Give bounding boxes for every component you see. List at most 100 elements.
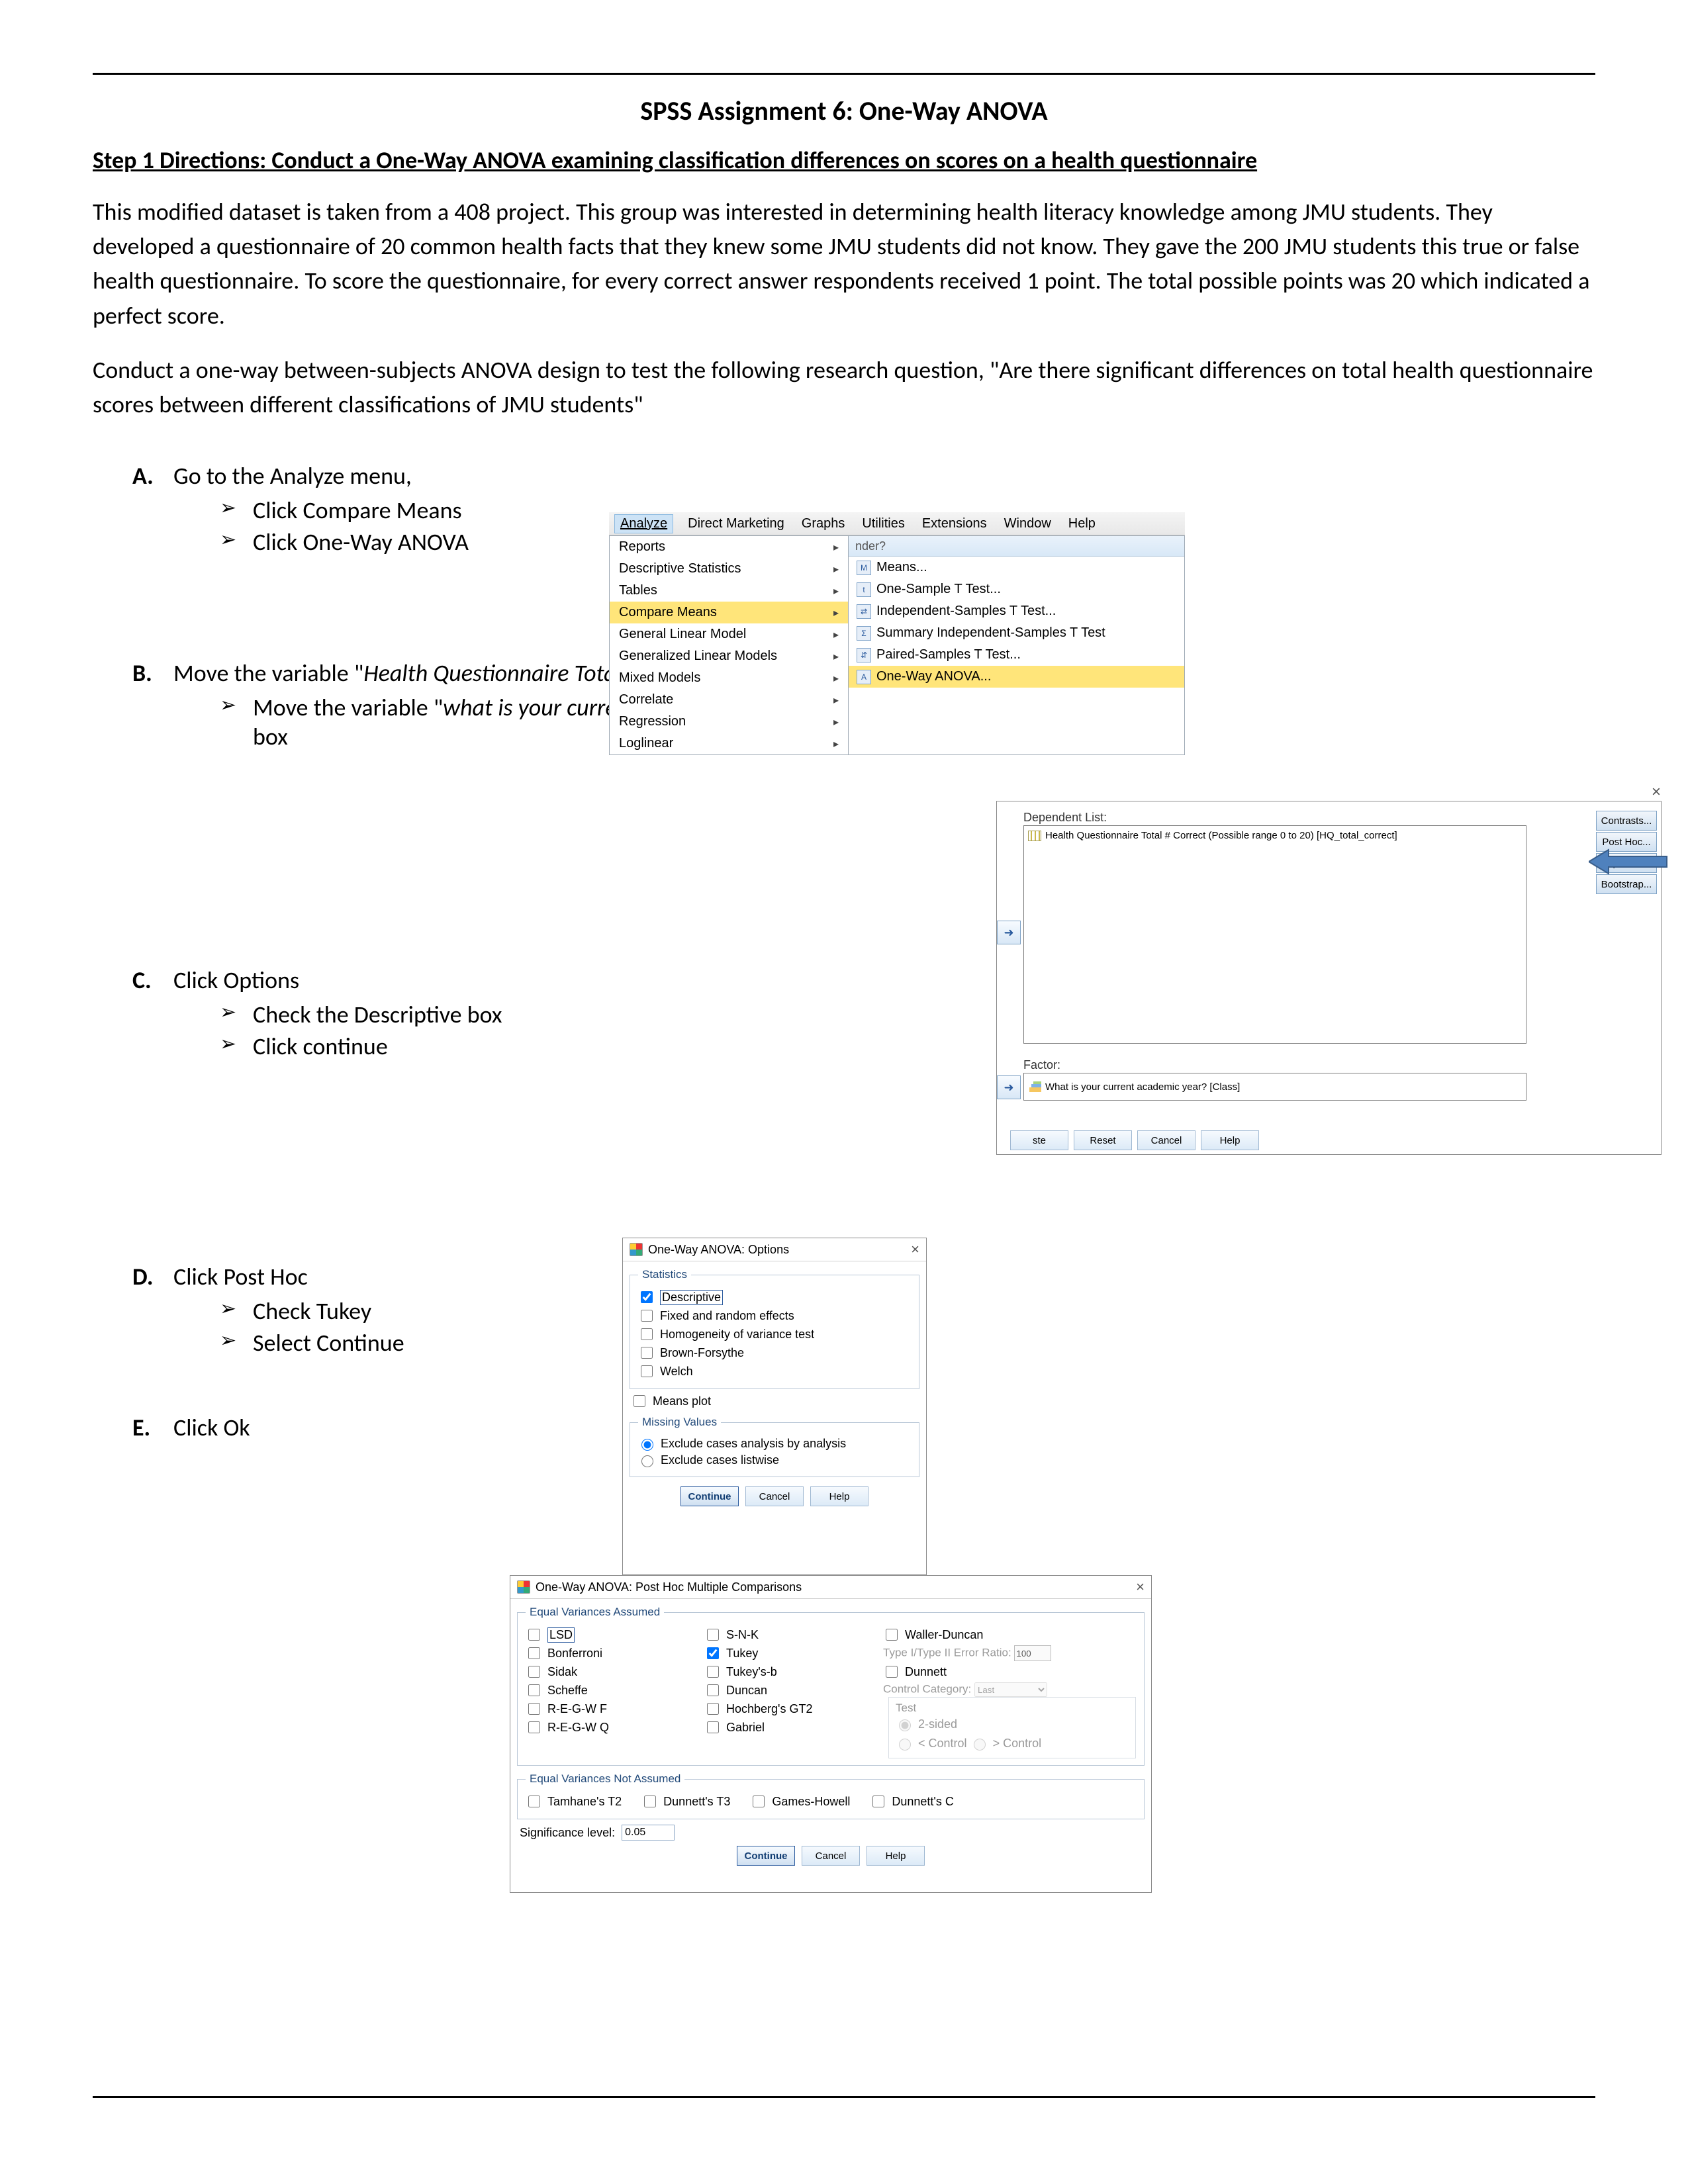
cancel-button[interactable]: Cancel [1137, 1130, 1196, 1150]
step-letter: B. [132, 659, 160, 688]
means-icon: M [857, 561, 871, 575]
dependent-list-box[interactable]: Health Questionnaire Total # Correct (Po… [1023, 825, 1526, 1044]
partial-text: nder? [855, 539, 886, 553]
continue-button[interactable]: Continue [680, 1486, 739, 1506]
mi-correlate[interactable]: Correlate▸ [610, 689, 848, 711]
chk-games-howell[interactable]: Games-Howell [750, 1794, 850, 1809]
smi-one-sample-t[interactable]: tOne-Sample T Test... [849, 578, 1184, 600]
significance-input[interactable] [622, 1825, 675, 1841]
screenshot-oneway-dialog: × Dependent List: Health Questionnaire T… [996, 801, 1662, 1155]
dependent-list-label: Dependent List: [1023, 811, 1107, 825]
control-category-select: Last [974, 1682, 1047, 1697]
help-button[interactable]: Help [1201, 1130, 1259, 1150]
bootstrap-button[interactable]: Bootstrap... [1596, 874, 1657, 894]
chk-tukey[interactable]: Tukey [704, 1645, 876, 1661]
step-letter: C. [132, 966, 160, 995]
rad-exclude-listwise[interactable]: Exclude cases listwise [638, 1453, 911, 1467]
step-letter: A. [132, 461, 160, 490]
dialog-button-row: ste Reset Cancel Help [1010, 1130, 1259, 1150]
chk-hochberg[interactable]: Hochberg's GT2 [704, 1701, 876, 1717]
step-c-text: Click Options [173, 966, 299, 995]
chk-waller-duncan[interactable]: Waller-Duncan [883, 1627, 1136, 1643]
chk-regwf[interactable]: R-E-G-W F [526, 1701, 698, 1717]
close-icon[interactable]: × [1652, 783, 1661, 801]
screenshot-posthoc-dialog: One-Way ANOVA: Post Hoc Multiple Compari… [510, 1575, 1152, 1893]
mi-mixed-models[interactable]: Mixed Models▸ [610, 667, 848, 689]
chk-bonferroni[interactable]: Bonferroni [526, 1645, 698, 1661]
chk-means-plot[interactable]: Means plot [631, 1393, 918, 1409]
analyze-dropdown: Reports▸ Descriptive Statistics▸ Tables▸… [609, 535, 849, 755]
menubar-extensions[interactable]: Extensions [919, 515, 990, 533]
callout-arrow-icon [1589, 847, 1668, 876]
mi-tables[interactable]: Tables▸ [610, 580, 848, 602]
contrasts-button[interactable]: Contrasts... [1596, 811, 1657, 831]
cancel-button[interactable]: Cancel [745, 1486, 804, 1506]
menubar-direct-marketing[interactable]: Direct Marketing [685, 515, 787, 533]
factor-box[interactable]: What is your current academic year? [Cla… [1023, 1073, 1526, 1101]
menubar-analyze[interactable]: Analyze [614, 514, 673, 533]
chk-dunnett[interactable]: Dunnett [883, 1664, 1136, 1680]
mi-generalized-linear-models[interactable]: Generalized Linear Models▸ [610, 645, 848, 667]
ind-t-icon: ⇄ [857, 604, 871, 619]
menubar-utilities[interactable]: Utilities [859, 515, 907, 533]
close-icon[interactable]: × [1136, 1578, 1145, 1596]
error-ratio-row: Type I/Type II Error Ratio: [883, 1645, 1136, 1661]
screenshot-analyze-menu: Analyze Direct Marketing Graphs Utilitie… [609, 512, 1185, 777]
mi-reports[interactable]: Reports▸ [610, 536, 848, 558]
continue-button[interactable]: Continue [737, 1846, 795, 1866]
move-to-dependent-button[interactable]: ➜ [997, 921, 1021, 944]
chk-tamhane[interactable]: Tamhane's T2 [526, 1794, 622, 1809]
paste-button[interactable]: ste [1010, 1130, 1068, 1150]
screenshot-options-dialog: One-Way ANOVA: Options × Statistics Desc… [622, 1238, 927, 1575]
rule-bottom [93, 2096, 1595, 2098]
move-to-factor-button[interactable]: ➜ [997, 1075, 1021, 1099]
chk-scheffe[interactable]: Scheffe [526, 1682, 698, 1698]
mi-descriptive-statistics[interactable]: Descriptive Statistics▸ [610, 558, 848, 580]
close-icon[interactable]: × [911, 1241, 919, 1258]
chk-duncan[interactable]: Duncan [704, 1682, 876, 1698]
chk-dunnett-t3[interactable]: Dunnett's T3 [641, 1794, 730, 1809]
help-button[interactable]: Help [810, 1486, 868, 1506]
statistics-group: Statistics Descriptive Fixed and random … [630, 1268, 919, 1389]
chk-homogeneity[interactable]: Homogeneity of variance test [638, 1326, 911, 1342]
chk-dunnett-c[interactable]: Dunnett's C [870, 1794, 953, 1809]
chk-descriptive[interactable]: Descriptive [638, 1289, 911, 1305]
mi-compare-means[interactable]: Compare Means▸ [610, 602, 848, 623]
mi-loglinear[interactable]: Loglinear▸ [610, 733, 848, 754]
smi-summary-ind-t[interactable]: ΣSummary Independent-Samples T Test [849, 622, 1184, 644]
menubar-help[interactable]: Help [1066, 515, 1098, 533]
dep-list-item[interactable]: Health Questionnaire Total # Correct (Po… [1028, 830, 1522, 841]
dialog-titlebar: One-Way ANOVA: Post Hoc Multiple Compari… [510, 1576, 1151, 1599]
menubar-window[interactable]: Window [1002, 515, 1054, 533]
rule-top [93, 73, 1595, 75]
chk-welch[interactable]: Welch [638, 1363, 911, 1379]
chk-sidak[interactable]: Sidak [526, 1664, 698, 1680]
chk-fixed-random[interactable]: Fixed and random effects [638, 1308, 911, 1324]
spss-menubar: Analyze Direct Marketing Graphs Utilitie… [609, 512, 1185, 535]
rad-exclude-analysis[interactable]: Exclude cases analysis by analysis [638, 1437, 911, 1451]
mi-regression[interactable]: Regression▸ [610, 711, 848, 733]
smi-one-way-anova[interactable]: AOne-Way ANOVA... [849, 666, 1184, 688]
smi-independent-t[interactable]: ⇄Independent-Samples T Test... [849, 600, 1184, 622]
chk-gabriel[interactable]: Gabriel [704, 1719, 876, 1735]
anova-icon: A [857, 670, 871, 684]
equal-variances-not-assumed-group: Equal Variances Not Assumed Tamhane's T2… [517, 1772, 1145, 1819]
intro-para-2: Conduct a one-way between-subjects ANOVA… [93, 353, 1595, 422]
control-category-row: Control Category: Last [883, 1682, 1136, 1697]
dialog-titlebar: One-Way ANOVA: Options × [623, 1238, 926, 1261]
menubar-graphs[interactable]: Graphs [799, 515, 848, 533]
reset-button[interactable]: Reset [1074, 1130, 1132, 1150]
cancel-button[interactable]: Cancel [802, 1846, 860, 1866]
page-title: SPSS Assignment 6: One-Way ANOVA [93, 95, 1595, 127]
mi-general-linear-model[interactable]: General Linear Model▸ [610, 623, 848, 645]
chk-regwq[interactable]: R-E-G-W Q [526, 1719, 698, 1735]
chk-snk[interactable]: S-N-K [704, 1627, 876, 1643]
chk-lsd[interactable]: LSD [526, 1627, 698, 1643]
help-button[interactable]: Help [867, 1846, 925, 1866]
smi-means[interactable]: MMeans... [849, 557, 1184, 578]
intro-para-1: This modified dataset is taken from a 40… [93, 195, 1595, 333]
smi-paired-t[interactable]: ⇵Paired-Samples T Test... [849, 644, 1184, 666]
step-letter: E. [132, 1413, 160, 1442]
chk-brown-forsythe[interactable]: Brown-Forsythe [638, 1345, 911, 1361]
chk-tukeys-b[interactable]: Tukey's-b [704, 1664, 876, 1680]
